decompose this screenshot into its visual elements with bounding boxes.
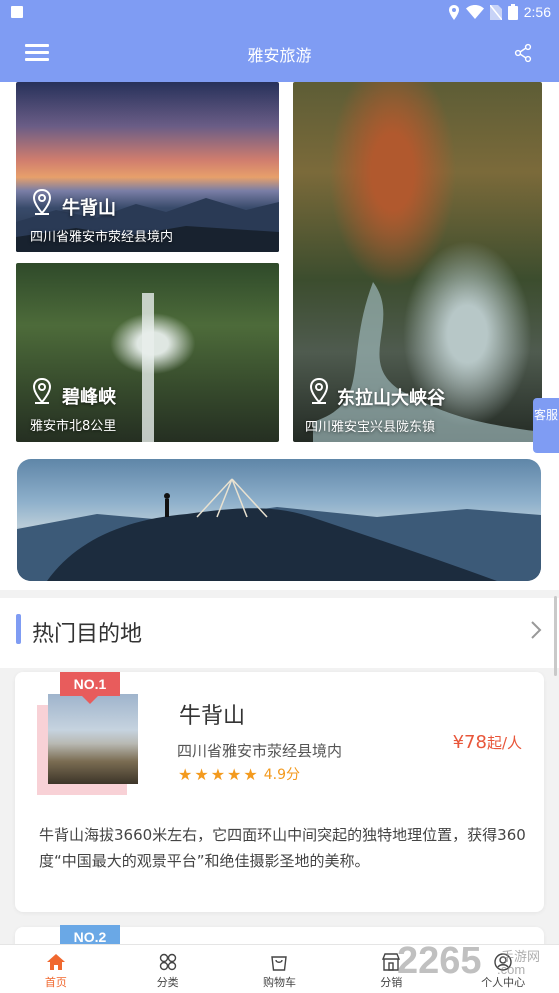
status-time: 2:56 — [523, 4, 551, 20]
destination-card[interactable]: NO.1 牛背山 四川省雅安市荥经县境内 ¥78起/人 ★ ★ ★ ★ ★ 4.… — [15, 672, 544, 912]
price-unit: 起/人 — [486, 734, 522, 752]
location-pin-icon — [32, 189, 52, 215]
app-title: 雅安旅游 — [247, 46, 312, 65]
watermark-logo: 2265 手游网 .com — [397, 940, 557, 990]
star-icon: ★ — [227, 764, 242, 784]
rank-badge: NO.1 — [60, 672, 120, 704]
nav-cart[interactable]: 购物车 — [224, 945, 336, 993]
featured-tile-donglashan[interactable]: 东拉山大峡谷 四川雅安宝兴县陇东镇 — [293, 82, 542, 442]
rank-badge: NO.2 — [60, 925, 120, 944]
star-icon: ★ — [194, 764, 209, 784]
nav-category[interactable]: 分类 — [112, 945, 224, 993]
featured-grid: 牛背山 四川省雅安市荥经县境内 碧峰峡 雅安市北8公里 东拉山大峡谷 四川雅安宝… — [0, 82, 559, 590]
share-icon[interactable] — [513, 43, 533, 63]
tile-location: 四川雅安宝兴县陇东镇 — [305, 420, 436, 435]
home-icon — [46, 954, 65, 970]
app-bar: 雅安旅游 — [0, 24, 559, 82]
hot-destinations-header: 热门目的地 — [0, 598, 559, 668]
destination-price: ¥78起/人 — [453, 732, 522, 753]
no-sim-icon — [489, 4, 502, 20]
battery-icon — [507, 4, 518, 20]
status-icons: 2:56 — [448, 4, 551, 20]
star-icon: ★ — [210, 764, 226, 784]
featured-tile-niubeishan[interactable]: 牛背山 四川省雅安市荥经县境内 — [16, 82, 279, 252]
star-icon: ★ — [178, 764, 193, 784]
tile-title: 牛背山 — [62, 198, 116, 219]
banner-image — [17, 478, 541, 581]
status-bar: 2:56 — [0, 0, 559, 24]
section-title: 热门目的地 — [32, 622, 143, 647]
tile-title: 东拉山大峡谷 — [337, 388, 445, 409]
tile-location: 雅安市北8公里 — [30, 419, 117, 434]
rating: ★ ★ ★ ★ ★ 4.9分 — [178, 764, 300, 784]
location-pin-icon — [32, 378, 52, 404]
location-icon — [448, 4, 459, 20]
scrollbar[interactable] — [554, 596, 557, 676]
featured-tile-bifengxia[interactable]: 碧峰峡 雅安市北8公里 — [16, 263, 279, 442]
cart-icon — [271, 956, 288, 971]
watermark-domain: .com — [497, 962, 526, 977]
nav-label: 分类 — [156, 976, 179, 989]
destination-thumbnail — [48, 694, 138, 784]
category-icon — [159, 953, 176, 971]
nav-label: 购物车 — [262, 976, 296, 989]
price-value: ¥78 — [452, 732, 487, 753]
tile-title: 碧峰峡 — [62, 387, 116, 408]
tile-location: 四川省雅安市荥经县境内 — [30, 230, 174, 245]
main-content[interactable]: 牛背山 四川省雅安市荥经县境内 碧峰峡 雅安市北8公里 东拉山大峡谷 四川雅安宝… — [0, 82, 559, 944]
waterfall-image — [142, 293, 154, 442]
nav-label: 首页 — [44, 976, 67, 989]
notification-icon — [11, 6, 23, 18]
star-icon: ★ — [243, 764, 258, 784]
customer-service-tab[interactable]: 客服 — [533, 398, 559, 453]
destination-description: 牛背山海拔3660米左右，它四面环山中间突起的独特地理位置，获得360度“中国最… — [39, 826, 526, 870]
destination-name: 牛背山 — [179, 704, 246, 729]
section-accent-bar — [16, 614, 21, 644]
chevron-right-icon[interactable] — [529, 620, 543, 640]
destination-location: 四川省雅安市荥经县境内 — [177, 742, 343, 760]
nav-home[interactable]: 首页 — [0, 945, 112, 993]
watermark-text: 2265 — [397, 940, 482, 982]
promo-banner[interactable] — [17, 459, 541, 581]
rating-score: 4.9分 — [263, 767, 300, 783]
location-pin-icon — [309, 378, 329, 404]
wifi-icon — [465, 5, 484, 19]
